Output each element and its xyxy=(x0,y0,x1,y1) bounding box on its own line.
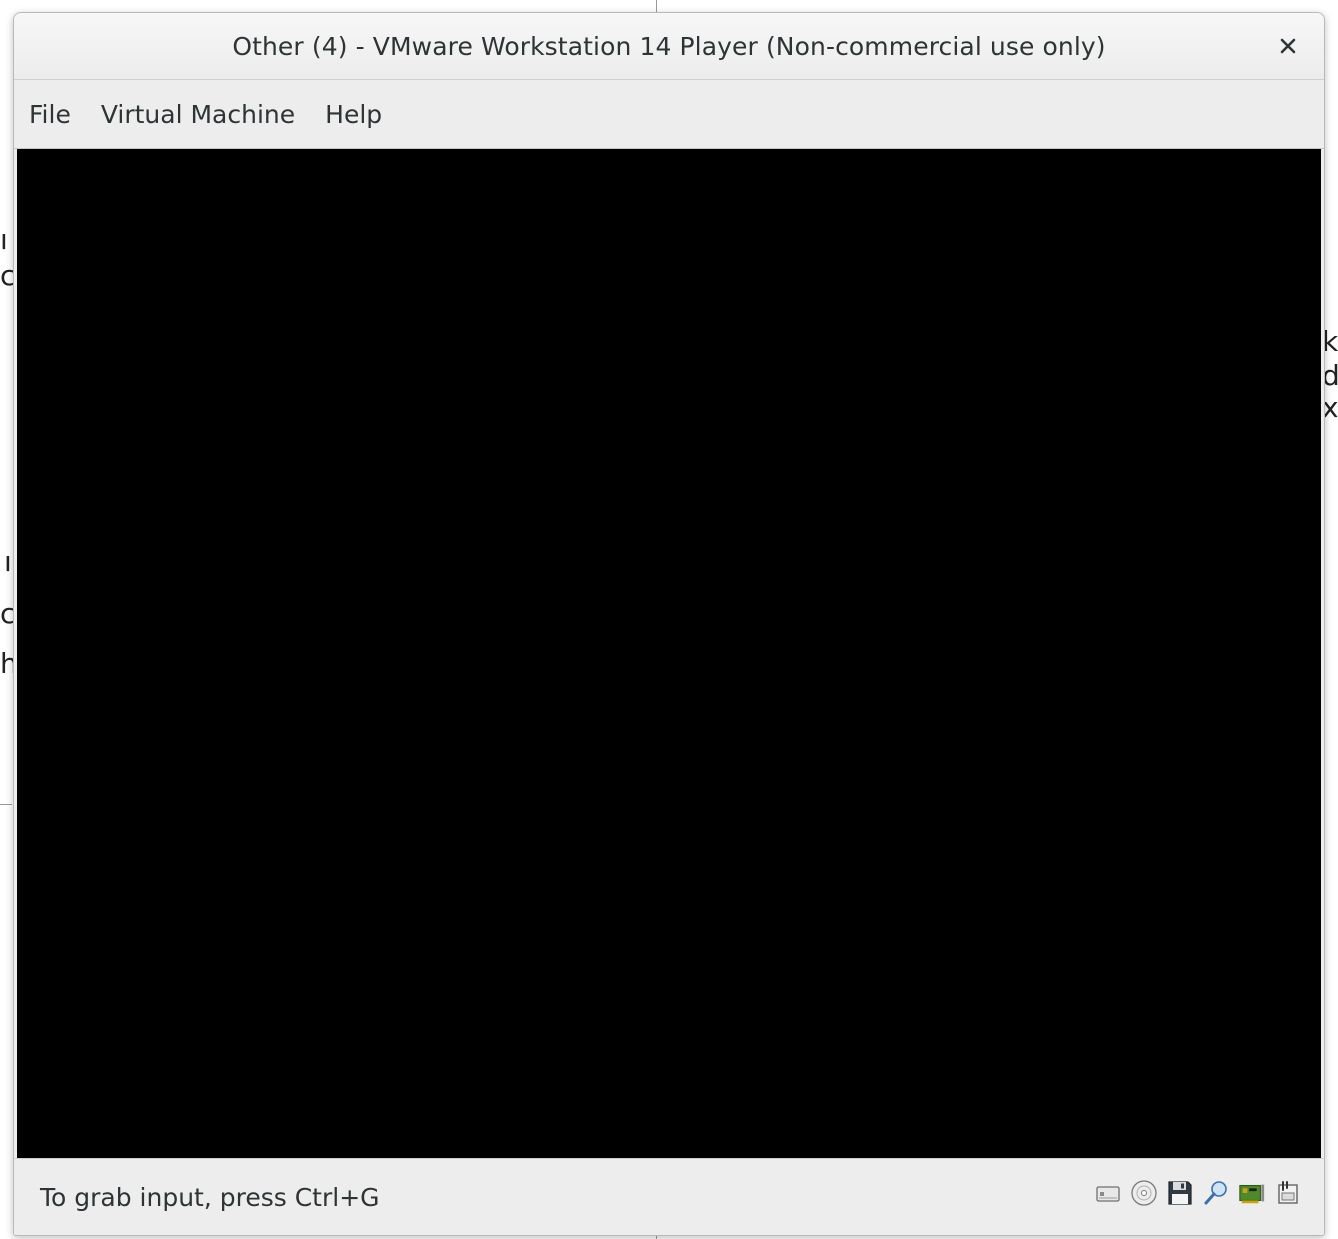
menu-file[interactable]: File xyxy=(29,100,86,129)
floppy-icon[interactable] xyxy=(1166,1179,1194,1207)
sound-card-icon[interactable] xyxy=(1274,1179,1302,1207)
background-text-fragment: ı xyxy=(0,223,8,256)
close-icon xyxy=(1280,38,1296,54)
status-message: To grab input, press Ctrl+G xyxy=(40,1183,380,1212)
menu-virtual-machine[interactable]: Virtual Machine xyxy=(86,100,310,129)
window-title: Other (4) - VMware Workstation 14 Player… xyxy=(232,31,1106,61)
background-divider xyxy=(656,0,657,12)
menu-bar: File Virtual Machine Help xyxy=(14,80,1324,149)
network-adapter-icon[interactable] xyxy=(1238,1179,1266,1207)
background-text-fragment: ı xyxy=(4,545,12,578)
status-bar: To grab input, press Ctrl+G xyxy=(14,1158,1324,1235)
hard-disk-icon[interactable] xyxy=(1094,1179,1122,1207)
background-divider xyxy=(0,804,12,805)
cd-dvd-icon[interactable] xyxy=(1130,1179,1158,1207)
device-toolbar xyxy=(1094,1179,1302,1207)
vm-display-area[interactable] xyxy=(17,149,1321,1158)
title-bar[interactable]: Other (4) - VMware Workstation 14 Player… xyxy=(14,13,1324,80)
menu-help[interactable]: Help xyxy=(310,100,397,129)
vmware-player-window: Other (4) - VMware Workstation 14 Player… xyxy=(13,12,1325,1236)
usb-icon[interactable] xyxy=(1202,1179,1230,1207)
close-button[interactable] xyxy=(1272,30,1304,62)
